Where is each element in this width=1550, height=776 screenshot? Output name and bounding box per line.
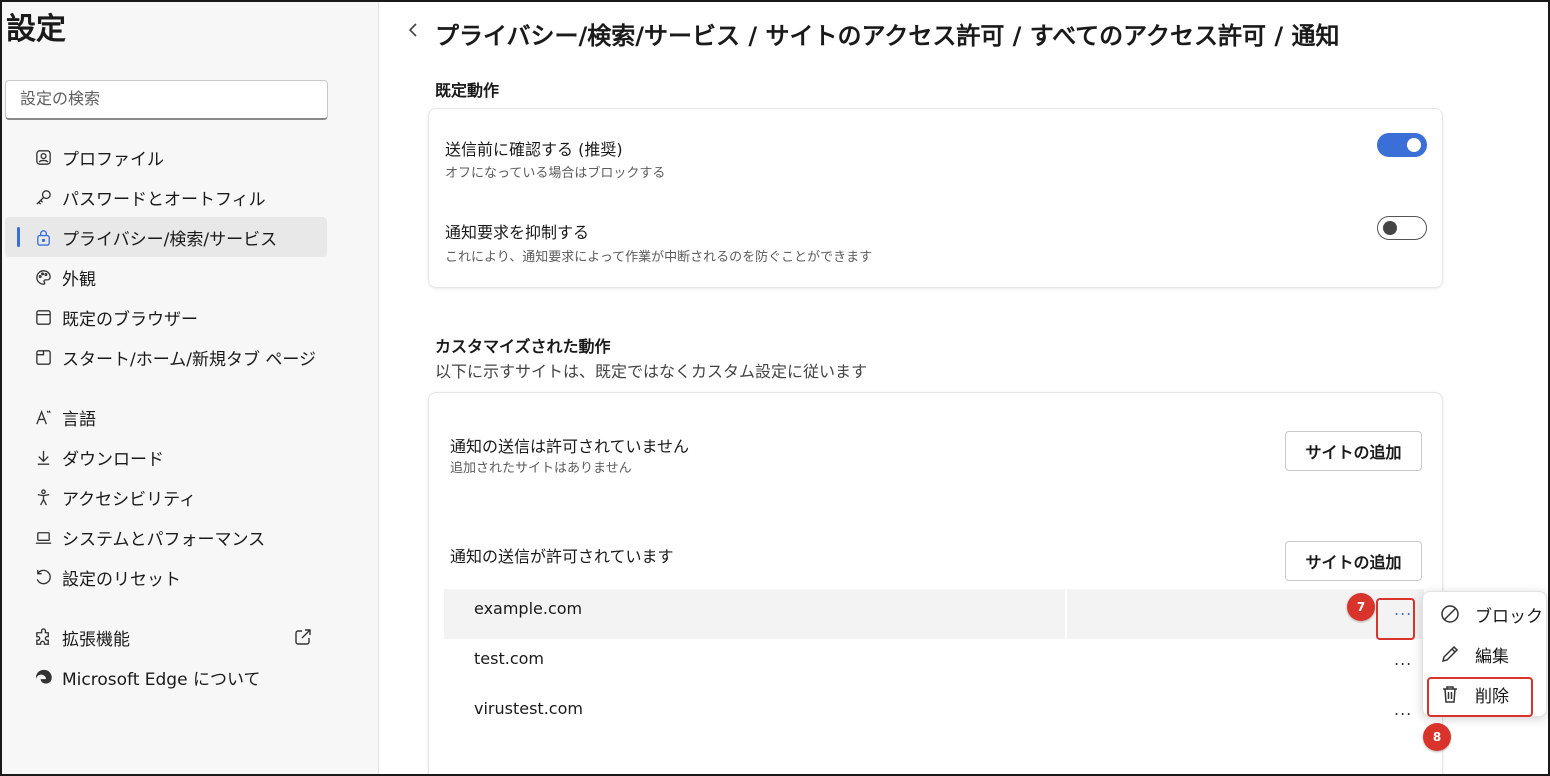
menu-item-label: ブロック <box>1475 606 1543 627</box>
palette-icon <box>33 267 53 287</box>
sidebar-item-language[interactable]: 言語 <box>5 397 327 437</box>
ask-before-send-title: 送信前に確認する (推奨) <box>445 140 623 159</box>
reset-icon <box>33 567 53 587</box>
sidebar-item-label: 拡張機能 <box>62 629 130 650</box>
annotation-highlight-more <box>1376 598 1415 640</box>
lock-icon <box>33 227 53 247</box>
custom-behavior-heading: カスタマイズされた動作 <box>435 337 611 356</box>
menu-item-block[interactable]: ブロック <box>1423 594 1548 634</box>
sidebar-item-reset[interactable]: 設定のリセット <box>5 557 327 597</box>
sidebar-item-default-browser[interactable]: 既定のブラウザー <box>5 297 327 337</box>
app-title: 設定 <box>6 12 66 47</box>
new-tab-icon <box>33 347 53 367</box>
more-actions-button[interactable]: ... <box>1394 700 1412 719</box>
quiet-requests-toggle[interactable] <box>1377 216 1427 240</box>
sidebar-item-about[interactable]: Microsoft Edge について <box>5 657 327 697</box>
site-row[interactable]: virustest.com <box>444 689 1424 739</box>
sidebar-item-passwords[interactable]: パスワードとオートフィル <box>5 177 327 217</box>
sidebar-item-label: プロファイル <box>62 149 164 170</box>
edge-logo-icon <box>33 667 53 687</box>
menu-item-edit[interactable]: 編集 <box>1423 634 1548 674</box>
browser-window-icon <box>33 307 53 327</box>
step-badge-8: 8 <box>1423 723 1451 751</box>
download-icon <box>33 447 53 467</box>
external-link-icon <box>293 627 313 647</box>
step-badge-7: 7 <box>1347 593 1375 621</box>
sidebar-item-extensions[interactable]: 拡張機能 <box>5 617 327 657</box>
default-behavior-heading: 既定動作 <box>435 81 500 100</box>
more-actions-button[interactable]: ... <box>1394 650 1412 669</box>
site-row[interactable]: example.com <box>444 589 1424 639</box>
breadcrumb: プライバシー/検索/サービス / サイトのアクセス許可 / すべてのアクセス許可… <box>435 22 1340 50</box>
search-input[interactable] <box>5 80 328 120</box>
blocked-section-title: 通知の送信は許可されていません <box>450 437 690 456</box>
site-name: test.com <box>474 649 544 668</box>
sidebar-item-downloads[interactable]: ダウンロード <box>5 437 327 477</box>
pencil-icon <box>1439 643 1461 665</box>
add-blocked-site-button[interactable]: サイトの追加 <box>1285 431 1422 471</box>
site-name: virustest.com <box>474 699 583 718</box>
sidebar-item-label: プライバシー/検索/サービス <box>62 229 278 250</box>
annotation-highlight-delete <box>1427 677 1533 717</box>
menu-item-label: 編集 <box>1475 646 1509 667</box>
sidebar-item-label: システムとパフォーマンス <box>62 529 266 550</box>
toggle-knob <box>1407 138 1421 152</box>
back-chevron-icon[interactable] <box>406 20 420 40</box>
ask-before-send-desc: オフになっている場合はブロックする <box>445 166 666 181</box>
sidebar-item-label: 外観 <box>62 269 96 290</box>
sidebar-item-label: 既定のブラウザー <box>62 309 198 330</box>
sidebar-item-label: スタート/ホーム/新規タブ ページ <box>62 349 317 370</box>
laptop-icon <box>33 527 53 547</box>
ask-before-send-toggle[interactable] <box>1377 133 1427 157</box>
sidebar-item-label: Microsoft Edge について <box>62 669 261 690</box>
sidebar-item-label: 設定のリセット <box>62 569 181 590</box>
site-row[interactable]: test.com <box>444 639 1424 689</box>
puzzle-icon <box>33 627 53 647</box>
add-allowed-site-button[interactable]: サイトの追加 <box>1285 541 1422 581</box>
accessibility-icon <box>33 487 53 507</box>
blocked-section-desc: 追加されたサイトはありません <box>450 461 632 476</box>
sidebar-item-label: アクセシビリティ <box>62 489 197 510</box>
sidebar-item-profile[interactable]: プロファイル <box>5 137 327 177</box>
sidebar-item-label: パスワードとオートフィル <box>62 189 266 210</box>
sidebar-item-system[interactable]: システムとパフォーマンス <box>5 517 327 557</box>
sidebar-item-privacy[interactable]: プライバシー/検索/サービス <box>5 217 327 257</box>
sidebar-item-start-home[interactable]: スタート/ホーム/新規タブ ページ <box>5 337 327 377</box>
custom-behavior-subheading: 以下に示すサイトは、既定ではなくカスタム設定に従います <box>435 362 868 381</box>
language-icon <box>33 407 53 427</box>
quiet-requests-desc: これにより、通知要求によって作業が中断されるのを防ぐことができます <box>445 250 873 265</box>
sidebar-item-appearance[interactable]: 外観 <box>5 257 327 297</box>
sidebar-item-accessibility[interactable]: アクセシビリティ <box>5 477 327 517</box>
block-icon <box>1439 603 1461 625</box>
site-name: example.com <box>474 599 583 618</box>
profile-icon <box>33 147 53 167</box>
sidebar-item-label: ダウンロード <box>62 449 164 470</box>
sidebar-item-label: 言語 <box>62 409 96 430</box>
allowed-section-title: 通知の送信が許可されています <box>450 547 674 566</box>
sidebar: 設定 プロファイル パスワードとオートフィル プライバシー/検索/サービス 外観… <box>0 0 379 776</box>
quiet-requests-title: 通知要求を抑制する <box>445 223 590 242</box>
key-icon <box>33 187 53 207</box>
toggle-knob <box>1383 221 1397 235</box>
